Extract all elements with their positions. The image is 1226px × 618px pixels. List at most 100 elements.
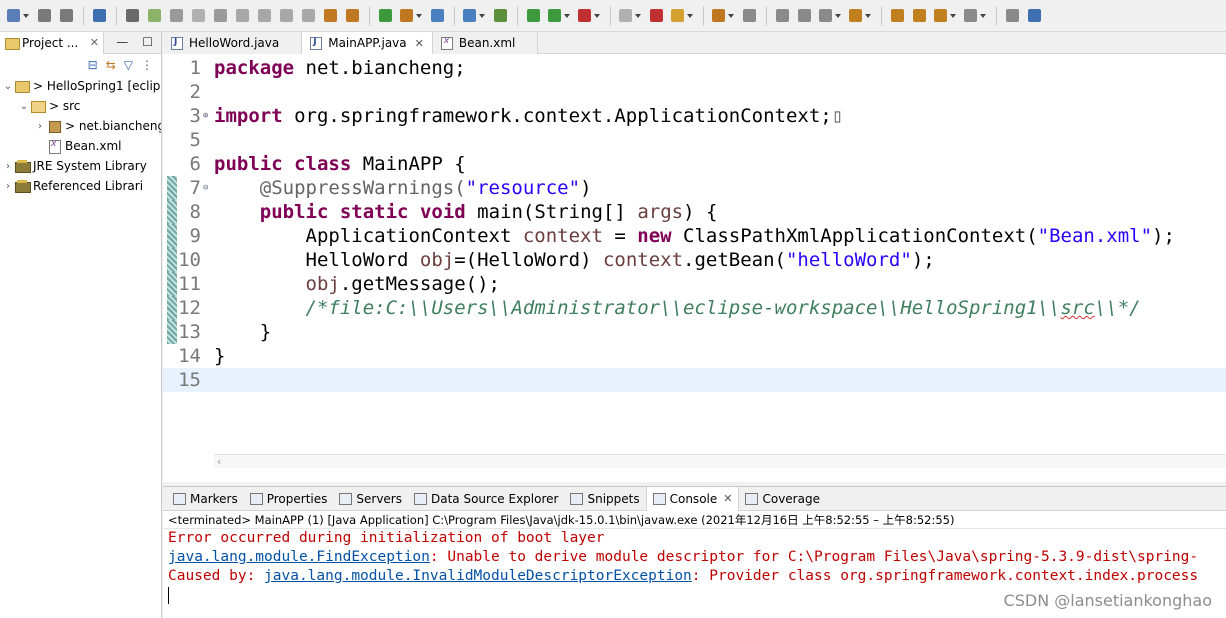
open-folder-icon[interactable] <box>668 6 696 26</box>
code-line[interactable]: 8 public static void main(String[] args)… <box>163 200 1226 224</box>
tree-item[interactable]: › JRE System Library <box>0 156 161 176</box>
expand-fold-icon[interactable]: ⊕ <box>203 111 208 121</box>
drop-to-frame-icon[interactable] <box>298 6 318 26</box>
filter-icon[interactable]: ▽ <box>124 58 133 72</box>
pin-editor-icon[interactable] <box>1002 6 1022 26</box>
new-icon[interactable] <box>4 6 32 26</box>
disconnect-glyph <box>213 9 227 22</box>
new-task-icon[interactable] <box>646 6 666 26</box>
change-ruler-marker <box>167 56 177 80</box>
code-line[interactable]: 15 <box>163 368 1226 392</box>
bottom-tab-coverage[interactable]: Coverage <box>739 487 826 511</box>
bottom-tab-console[interactable]: Console ✕ <box>645 486 740 511</box>
minimize-icon[interactable]: — <box>116 35 128 49</box>
code-line[interactable]: 13 } <box>163 320 1226 344</box>
exception-link[interactable]: java.lang.module.InvalidModuleDescriptor… <box>264 568 692 584</box>
search-icon[interactable] <box>460 6 488 26</box>
bottom-tab-data-source-explorer[interactable]: Data Source Explorer <box>408 487 564 511</box>
open-perspective-icon[interactable] <box>1024 6 1044 26</box>
stop-icon[interactable] <box>616 6 644 26</box>
new-java-project-icon[interactable] <box>397 6 425 26</box>
terminate-icon[interactable] <box>188 6 208 26</box>
toggle-mark-occurrences-glyph <box>742 9 756 22</box>
editor-tab[interactable]: Bean.xml <box>432 32 539 54</box>
suspend-icon[interactable] <box>166 6 186 26</box>
tree-item[interactable]: › > net.biancheng <box>0 116 161 136</box>
code-token: import <box>214 105 283 127</box>
code-line[interactable]: 10 HelloWord obj=(HelloWord) context.get… <box>163 248 1226 272</box>
tree-item-label: Bean.xml <box>65 139 122 153</box>
toggle-mark-occurrences-icon[interactable] <box>739 6 759 26</box>
bottom-tab-markers[interactable]: Markers <box>167 487 244 511</box>
exception-link[interactable]: java.lang.module.FindException <box>168 549 430 565</box>
close-icon[interactable]: ✕ <box>415 37 424 50</box>
show-whitespace-icon[interactable] <box>816 6 844 26</box>
editor-tab[interactable]: HelloWord.java <box>163 32 303 54</box>
code-token: org.springframework.context.ApplicationC… <box>282 105 832 127</box>
tree-item[interactable]: ⌄ > HelloSpring1 [eclip <box>0 76 161 96</box>
connect-icon[interactable] <box>342 6 362 26</box>
code-line[interactable]: 14} <box>163 344 1226 368</box>
code-line[interactable]: 11 obj.getMessage(); <box>163 272 1226 296</box>
close-icon[interactable]: ✕ <box>90 36 99 49</box>
view-menu-icon[interactable]: ⋮ <box>141 58 153 72</box>
step-into-icon[interactable] <box>232 6 252 26</box>
external-tools-glyph <box>712 9 725 22</box>
open-web-browser-icon[interactable] <box>427 6 447 26</box>
maximize-icon[interactable]: ☐ <box>142 35 153 49</box>
project-explorer-icon <box>4 36 20 50</box>
code-line[interactable]: 3 ⊕ import org.springframework.context.App… <box>163 104 1226 128</box>
code-line[interactable]: 6 public class MainAPP { <box>163 152 1226 176</box>
use-step-filters-icon[interactable] <box>320 6 340 26</box>
bottom-tab-properties[interactable]: Properties <box>244 487 334 511</box>
scroll-left-icon[interactable]: ‹ <box>216 455 223 468</box>
coverage-icon[interactable] <box>575 6 603 26</box>
code-line[interactable]: 5 <box>163 128 1226 152</box>
bottom-tab-snippets[interactable]: Snippets <box>564 487 645 511</box>
code-line[interactable]: 12 /*file:C:\\Users\\Administrator\\ecli… <box>163 296 1226 320</box>
chevron-down-icon[interactable]: ⌄ <box>2 81 14 92</box>
next-annotation-icon[interactable] <box>846 6 874 26</box>
code-area[interactable]: ‹ 1 package net.biancheng; 2 3 ⊕ import org.s… <box>163 54 1226 468</box>
run-icon[interactable] <box>523 6 543 26</box>
debug-icon[interactable] <box>490 6 510 26</box>
resume-icon[interactable] <box>144 6 164 26</box>
chevron-right-icon[interactable]: › <box>2 161 14 172</box>
block-selection-icon[interactable] <box>794 6 814 26</box>
tree-item[interactable]: ⌄ > src <box>0 96 161 116</box>
chevron-down-icon[interactable]: ⌄ <box>18 101 30 112</box>
save-all-icon[interactable] <box>56 6 76 26</box>
project-explorer-tab[interactable]: Project ... ✕ <box>0 31 104 54</box>
run-last-tool-icon[interactable] <box>545 6 573 26</box>
save-icon[interactable] <box>34 6 54 26</box>
disconnect-icon[interactable] <box>210 6 230 26</box>
code-line[interactable]: 7 ⊖ @SuppressWarnings("resource") <box>163 176 1226 200</box>
horizontal-scrollbar[interactable]: ‹ <box>214 454 1226 468</box>
skip-breakpoints-icon[interactable] <box>122 6 142 26</box>
package-icon <box>46 119 62 133</box>
step-return-icon[interactable] <box>276 6 296 26</box>
bottom-tab-servers[interactable]: Servers <box>333 487 408 511</box>
console-line: Error occurred during initialization of … <box>168 529 1226 548</box>
chevron-right-icon[interactable]: › <box>34 121 46 132</box>
code-line[interactable]: 1 package net.biancheng; <box>163 56 1226 80</box>
last-edit-location-icon[interactable] <box>909 6 929 26</box>
step-over-icon[interactable] <box>254 6 274 26</box>
editor-tab[interactable]: MainAPP.java ✕ <box>302 32 433 54</box>
prev-annotation-icon[interactable] <box>887 6 907 26</box>
toggle-word-wrap-icon[interactable] <box>772 6 792 26</box>
collapse-all-icon[interactable]: ⊟ <box>88 58 98 72</box>
back-icon[interactable] <box>931 6 959 26</box>
chevron-right-icon[interactable]: › <box>2 181 14 192</box>
link-with-editor-icon[interactable]: ⇆ <box>106 58 116 72</box>
code-line[interactable]: 2 <box>163 80 1226 104</box>
new-server-icon[interactable] <box>375 6 395 26</box>
open-type-icon[interactable] <box>89 6 109 26</box>
code-line[interactable]: 9 ApplicationContext context = new Class… <box>163 224 1226 248</box>
external-tools-icon[interactable] <box>709 6 737 26</box>
close-icon[interactable]: ✕ <box>723 492 732 505</box>
tree-item[interactable]: Bean.xml <box>0 136 161 156</box>
forward-icon[interactable] <box>961 6 989 26</box>
collapse-fold-icon[interactable]: ⊖ <box>203 183 208 193</box>
tree-item[interactable]: › Referenced Librari <box>0 176 161 196</box>
